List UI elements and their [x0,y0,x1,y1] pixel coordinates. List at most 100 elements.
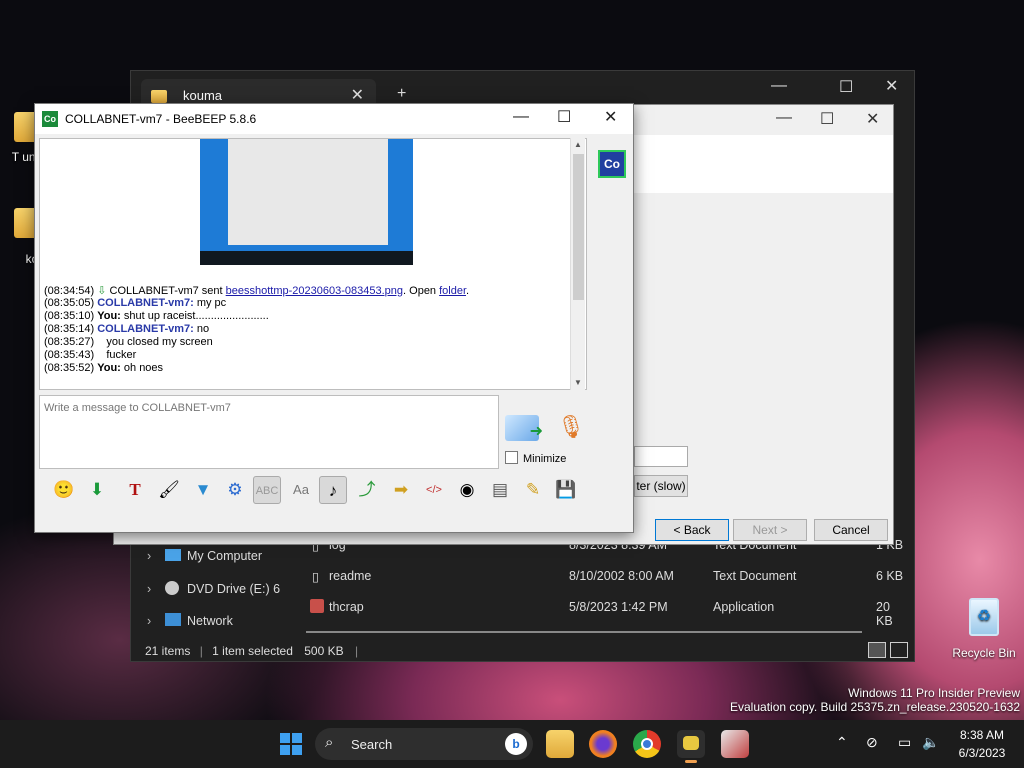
message-time: (08:35:14) [44,323,95,335]
minimize-icon[interactable]: — [513,108,529,126]
tiles-view-icon[interactable] [890,642,908,658]
beebeep-chat-window: Co COLLABNET-vm7 - BeeBEEP 5.8.6 — ☐ ✕ (… [34,103,634,533]
cancel-button[interactable]: Cancel [814,519,888,541]
new-tab-icon[interactable]: + [397,85,406,103]
maximize-icon[interactable]: ☐ [557,107,571,127]
font-color-icon[interactable]: 🖌 [155,476,183,504]
send-file-icon[interactable]: ⬇ [83,476,111,504]
scroll-down-icon[interactable]: ▼ [574,378,582,387]
chevron-right-icon[interactable]: › [147,582,165,596]
scroll-up-icon[interactable]: ▲ [574,140,582,149]
chevron-up-icon[interactable]: ⌃ [836,734,848,751]
close-tab-icon[interactable]: ✕ [351,85,364,105]
open-folder-icon[interactable]: ➡ [387,476,415,504]
title-bar: Co COLLABNET-vm7 - BeeBEEP 5.8.6 — ☐ ✕ [35,104,633,134]
minimize-icon[interactable]: — [776,109,792,127]
filter-button[interactable]: ter (slow) [634,475,688,497]
file-type: Application [713,600,775,614]
user-avatar[interactable]: Co [598,150,626,178]
settings-icon[interactable]: ⚙ [221,476,249,504]
html-icon[interactable]: </> [420,476,448,504]
file-date: 8/10/2002 8:00 AM [569,569,674,583]
scroll-thumb[interactable] [573,154,584,300]
chrome-icon[interactable] [633,730,661,758]
thcrap-taskbar-icon[interactable] [721,730,749,758]
folder-link[interactable]: folder [439,285,466,297]
emoticon-icon[interactable]: 🙂 [50,476,78,504]
screenshot-thumbnail[interactable] [200,139,413,265]
close-icon[interactable]: ✕ [885,76,898,96]
filter-icon[interactable]: ▼ [189,476,217,504]
file-icon: ▯ [312,570,319,584]
display-icon[interactable]: ▭ [898,734,911,751]
bing-icon[interactable]: b [505,733,527,755]
start-icon[interactable] [277,730,305,758]
beebeep-taskbar-icon[interactable] [677,730,705,763]
file-name: thcrap [329,600,364,614]
save-icon[interactable]: 💾 [552,476,580,504]
message-input[interactable]: Write a message to COLLABNET-vm7 [39,395,499,469]
sound-icon[interactable]: ♪ [319,476,347,504]
search-label: Search [351,737,393,752]
nav-label: Network [187,614,233,628]
message-text: my pc [193,297,227,309]
details-view-icon[interactable] [868,642,886,658]
clock[interactable]: 8:38 AM 6/3/2023 [950,728,1014,760]
path-input[interactable] [634,446,688,467]
nav-label: My Computer [187,549,263,563]
nav-item-my-computer[interactable]: › My Computer [147,549,262,563]
message-time: (08:35:52) [44,362,95,374]
app-logo-icon: Co [42,111,58,127]
save-chat-icon[interactable]: ⤴ [353,476,381,504]
horizontal-scrollbar[interactable] [306,631,862,633]
message-placeholder: Write a message to COLLABNET-vm7 [44,402,231,414]
file-name: readme [329,569,372,583]
computer-icon [165,549,181,561]
nav-item-network[interactable]: › Network [147,613,233,628]
message-text: no [193,323,210,335]
chat-message: (08:35:52) You: oh noes [44,362,163,374]
table-row[interactable]: thcrap 5/8/2023 1:42 PM Application 20 K… [306,595,906,628]
edit-icon[interactable]: ✎ [519,476,547,504]
file-size: 6 KB [876,569,904,583]
file-explorer-icon[interactable] [546,730,574,758]
download-icon: ⇩ [97,285,107,297]
chat-message: (08:35:05) COLLABNET-vm7: my pc [44,297,226,309]
recycle-bin-icon: ♻ [969,598,999,636]
volume-icon[interactable]: 🔈 [922,734,939,751]
table-row[interactable]: ▯ readme 8/10/2002 8:00 AM Text Document… [306,564,906,588]
file-link[interactable]: beesshottmp-20230603-083453.png [226,285,403,297]
send-message-icon[interactable]: ➜ [505,415,543,441]
watermark-line: Evaluation copy. Build 25375.zn_release.… [730,700,1020,714]
message-text: oh noes [120,362,164,374]
thumbnail-taskbar [200,251,413,265]
recycle-bin[interactable]: ♻ Recycle Bin [944,598,1024,660]
network-status-icon[interactable]: ⊘ [866,734,878,751]
minimize-checkbox[interactable] [505,451,518,464]
chevron-right-icon[interactable]: › [147,549,165,563]
thumbnail-window [228,139,388,245]
nav-item-dvd-drive[interactable]: › DVD Drive (E:) 6 [147,581,280,596]
minimize-icon[interactable]: — [771,77,787,95]
close-icon[interactable]: ✕ [866,109,879,129]
dictionary-icon[interactable]: Aa [287,476,315,504]
screenshot-icon[interactable]: ◉ [453,476,481,504]
status-items: 21 items [145,644,191,658]
spellcheck-icon[interactable]: ABC [253,476,281,504]
chat-scrollbar[interactable]: ▲ ▼ [570,138,585,390]
chevron-right-icon[interactable]: › [147,614,165,628]
tab-title: kouma [183,88,223,103]
back-button[interactable]: < Back [655,519,729,541]
maximize-icon[interactable]: ☐ [820,109,834,129]
font-icon[interactable]: T [121,476,149,504]
message-sender: You: [97,362,121,374]
next-button[interactable]: Next > [733,519,807,541]
chat-history[interactable]: (08:34:54) ⇩ COLLABNET-vm7 sent beesshot… [39,138,587,390]
microphone-icon[interactable]: 🎙 [557,414,585,444]
search-box[interactable]: ⌕ Search b [315,728,533,760]
clear-chat-icon[interactable]: ▤ [486,476,514,504]
close-icon[interactable]: ✕ [604,107,617,127]
firefox-icon[interactable] [589,730,617,758]
maximize-icon[interactable]: ☐ [839,77,853,97]
search-icon: ⌕ [325,734,334,751]
